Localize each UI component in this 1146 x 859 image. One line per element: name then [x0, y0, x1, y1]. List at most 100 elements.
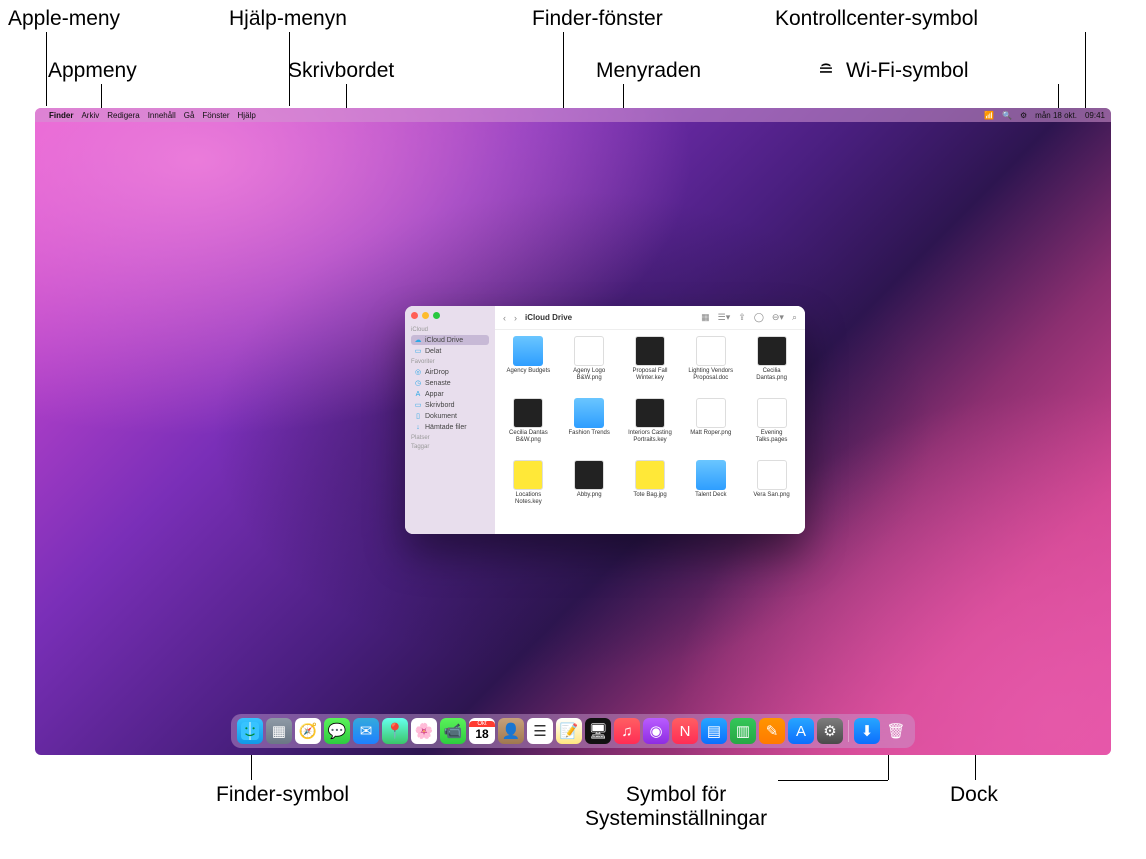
dock-launchpad-icon[interactable]: ▦ [266, 718, 292, 744]
shared-folder-icon: ▭ [414, 347, 422, 355]
file-thumbnail [757, 460, 787, 490]
sidebar-item-airdrop[interactable]: ◎AirDrop [411, 367, 489, 377]
dock-reminders-icon[interactable]: ☰ [527, 718, 553, 744]
dock-mail-icon[interactable]: ✉ [353, 718, 379, 744]
file-thumbnail [696, 336, 726, 366]
file-item[interactable]: Vera San.png [742, 460, 801, 520]
wifi-icon-label: ≘ [818, 59, 834, 82]
back-button[interactable]: ‹ [503, 313, 506, 323]
callout-desktop: Skrivbordet [288, 59, 394, 83]
file-label: Evening Talks.pages [747, 430, 797, 443]
finder-sidebar: iCloud ☁iCloud Drive ▭Delat Favoriter ◎A… [405, 306, 495, 534]
file-item[interactable]: Abby.png [560, 460, 619, 520]
search-button[interactable]: ⌕ [792, 312, 797, 323]
file-item[interactable]: Locations Notes.key [499, 460, 558, 520]
menu-hjalp[interactable]: Hjälp [238, 111, 256, 120]
dock-calendar-icon[interactable]: Okt18 [469, 718, 495, 744]
sidebar-item-recent[interactable]: ◷Senaste [411, 378, 489, 388]
callout-finder-window: Finder-fönster [532, 7, 663, 31]
sidebar-item-downloads[interactable]: ↓Hämtade filer [411, 422, 489, 432]
file-item[interactable]: Cecilia Dantas B&W.png [499, 398, 558, 458]
file-item[interactable]: Talent Deck [681, 460, 740, 520]
finder-icon-grid[interactable]: Agency Budgets Ageny Logo B&W.png Proposal… [495, 330, 805, 534]
callout-apple-menu: Apple-meny [8, 7, 120, 31]
finder-window[interactable]: iCloud ☁iCloud Drive ▭Delat Favoriter ◎A… [405, 306, 805, 534]
group-button[interactable]: ☰▾ [718, 312, 731, 323]
dock-contacts-icon[interactable]: 👤 [498, 718, 524, 744]
dock-finder-icon[interactable] [237, 718, 263, 744]
file-label: Abby.png [577, 492, 602, 499]
menu-fonster[interactable]: Fönster [202, 111, 229, 120]
file-item[interactable]: Ageny Logo B&W.png [560, 336, 619, 396]
dock-facetime-icon[interactable]: 📹 [440, 718, 466, 744]
sidebar-item-apps[interactable]: AAppar [411, 389, 489, 399]
dock-appstore-icon[interactable]: A [788, 718, 814, 744]
dock-downloads-icon[interactable]: ⬇ [854, 718, 880, 744]
sidebar-item-icloud-drive[interactable]: ☁iCloud Drive [411, 335, 489, 345]
dock-music-icon[interactable]: ♫ [614, 718, 640, 744]
dock-messages-icon[interactable]: 💬 [324, 718, 350, 744]
dock-keynote-icon[interactable]: ▤ [701, 718, 727, 744]
dock-podcasts-icon[interactable]: ◉ [643, 718, 669, 744]
downloads-icon: ↓ [414, 423, 422, 431]
file-item[interactable]: Cecilia Dantas.png [742, 336, 801, 396]
spotlight-icon[interactable]: 🔍 [1002, 111, 1012, 120]
menubar-date[interactable]: mån 18 okt. [1035, 111, 1077, 120]
file-thumbnail [574, 460, 604, 490]
file-label: Agency Budgets [507, 368, 551, 375]
callout-finder-icon: Finder-symbol [216, 783, 349, 807]
file-item[interactable]: Tote Bag.jpg [621, 460, 680, 520]
finder-toolbar: ‹ › iCloud Drive ▦ ☰▾ ⇪ ◯ ⊖▾ ⌕ [495, 306, 805, 330]
menu-ga[interactable]: Gå [184, 111, 195, 120]
file-item[interactable]: Fashion Trends [560, 398, 619, 458]
callout-dock: Dock [950, 783, 998, 807]
file-item[interactable]: Evening Talks.pages [742, 398, 801, 458]
file-item[interactable]: Agency Budgets [499, 336, 558, 396]
dock-separator [848, 720, 849, 742]
wifi-icon[interactable]: 📶 [984, 111, 994, 120]
folder-icon [513, 336, 543, 366]
app-menu[interactable]: Finder [49, 111, 73, 120]
control-center-icon[interactable]: ⚙ [1020, 111, 1027, 120]
dock-numbers-icon[interactable]: ▥ [730, 718, 756, 744]
forward-button[interactable]: › [514, 313, 517, 323]
file-item[interactable]: Interiors Casting Portraits.key [621, 398, 680, 458]
menu-innehall[interactable]: Innehåll [148, 111, 176, 120]
dock-tv-icon[interactable]: 🖥 [585, 718, 611, 744]
menu-arkiv[interactable]: Arkiv [81, 111, 99, 120]
zoom-button[interactable] [433, 312, 440, 319]
finder-title: iCloud Drive [525, 313, 572, 322]
action-button[interactable]: ⊖▾ [772, 312, 784, 323]
dock-news-icon[interactable]: N [672, 718, 698, 744]
minimize-button[interactable] [422, 312, 429, 319]
dock-maps-icon[interactable]: 📍 [382, 718, 408, 744]
menubar: Finder Arkiv Redigera Innehåll Gå Fönste… [35, 108, 1111, 122]
close-button[interactable] [411, 312, 418, 319]
document-icon: ▯ [414, 412, 422, 420]
file-item[interactable]: Matt Roper.png [681, 398, 740, 458]
callout-app-menu: Appmeny [48, 59, 137, 83]
clock-icon: ◷ [414, 379, 422, 387]
desktop[interactable]: Finder Arkiv Redigera Innehåll Gå Fönste… [35, 108, 1111, 755]
dock-pages-icon[interactable]: ✎ [759, 718, 785, 744]
dock-system-preferences-icon[interactable]: ⚙ [817, 718, 843, 744]
sidebar-item-desktop[interactable]: ▭Skrivbord [411, 400, 489, 410]
sidebar-item-documents[interactable]: ▯Dokument [411, 411, 489, 421]
dock-notes-icon[interactable]: 📝 [556, 718, 582, 744]
dock-photos-icon[interactable]: 🌸 [411, 718, 437, 744]
menu-redigera[interactable]: Redigera [107, 111, 139, 120]
dock-safari-icon[interactable]: 🧭 [295, 718, 321, 744]
dock-trash-icon[interactable]: 🗑 [883, 718, 909, 744]
file-item[interactable]: Proposal Fall Winter.key [621, 336, 680, 396]
sidebar-item-shared[interactable]: ▭Delat [411, 346, 489, 356]
file-item[interactable]: Lighting Vendors Proposal.doc [681, 336, 740, 396]
view-icons-button[interactable]: ▦ [701, 312, 710, 323]
file-thumbnail [757, 398, 787, 428]
menubar-time[interactable]: 09:41 [1085, 111, 1105, 120]
sidebar-section-icloud: iCloud [411, 327, 489, 333]
tags-button[interactable]: ◯ [754, 312, 764, 323]
share-button[interactable]: ⇪ [738, 312, 746, 323]
sidebar-section-tags: Taggar [411, 444, 489, 450]
file-label: Ageny Logo B&W.png [564, 368, 614, 381]
sidebar-section-favorites: Favoriter [411, 359, 489, 365]
